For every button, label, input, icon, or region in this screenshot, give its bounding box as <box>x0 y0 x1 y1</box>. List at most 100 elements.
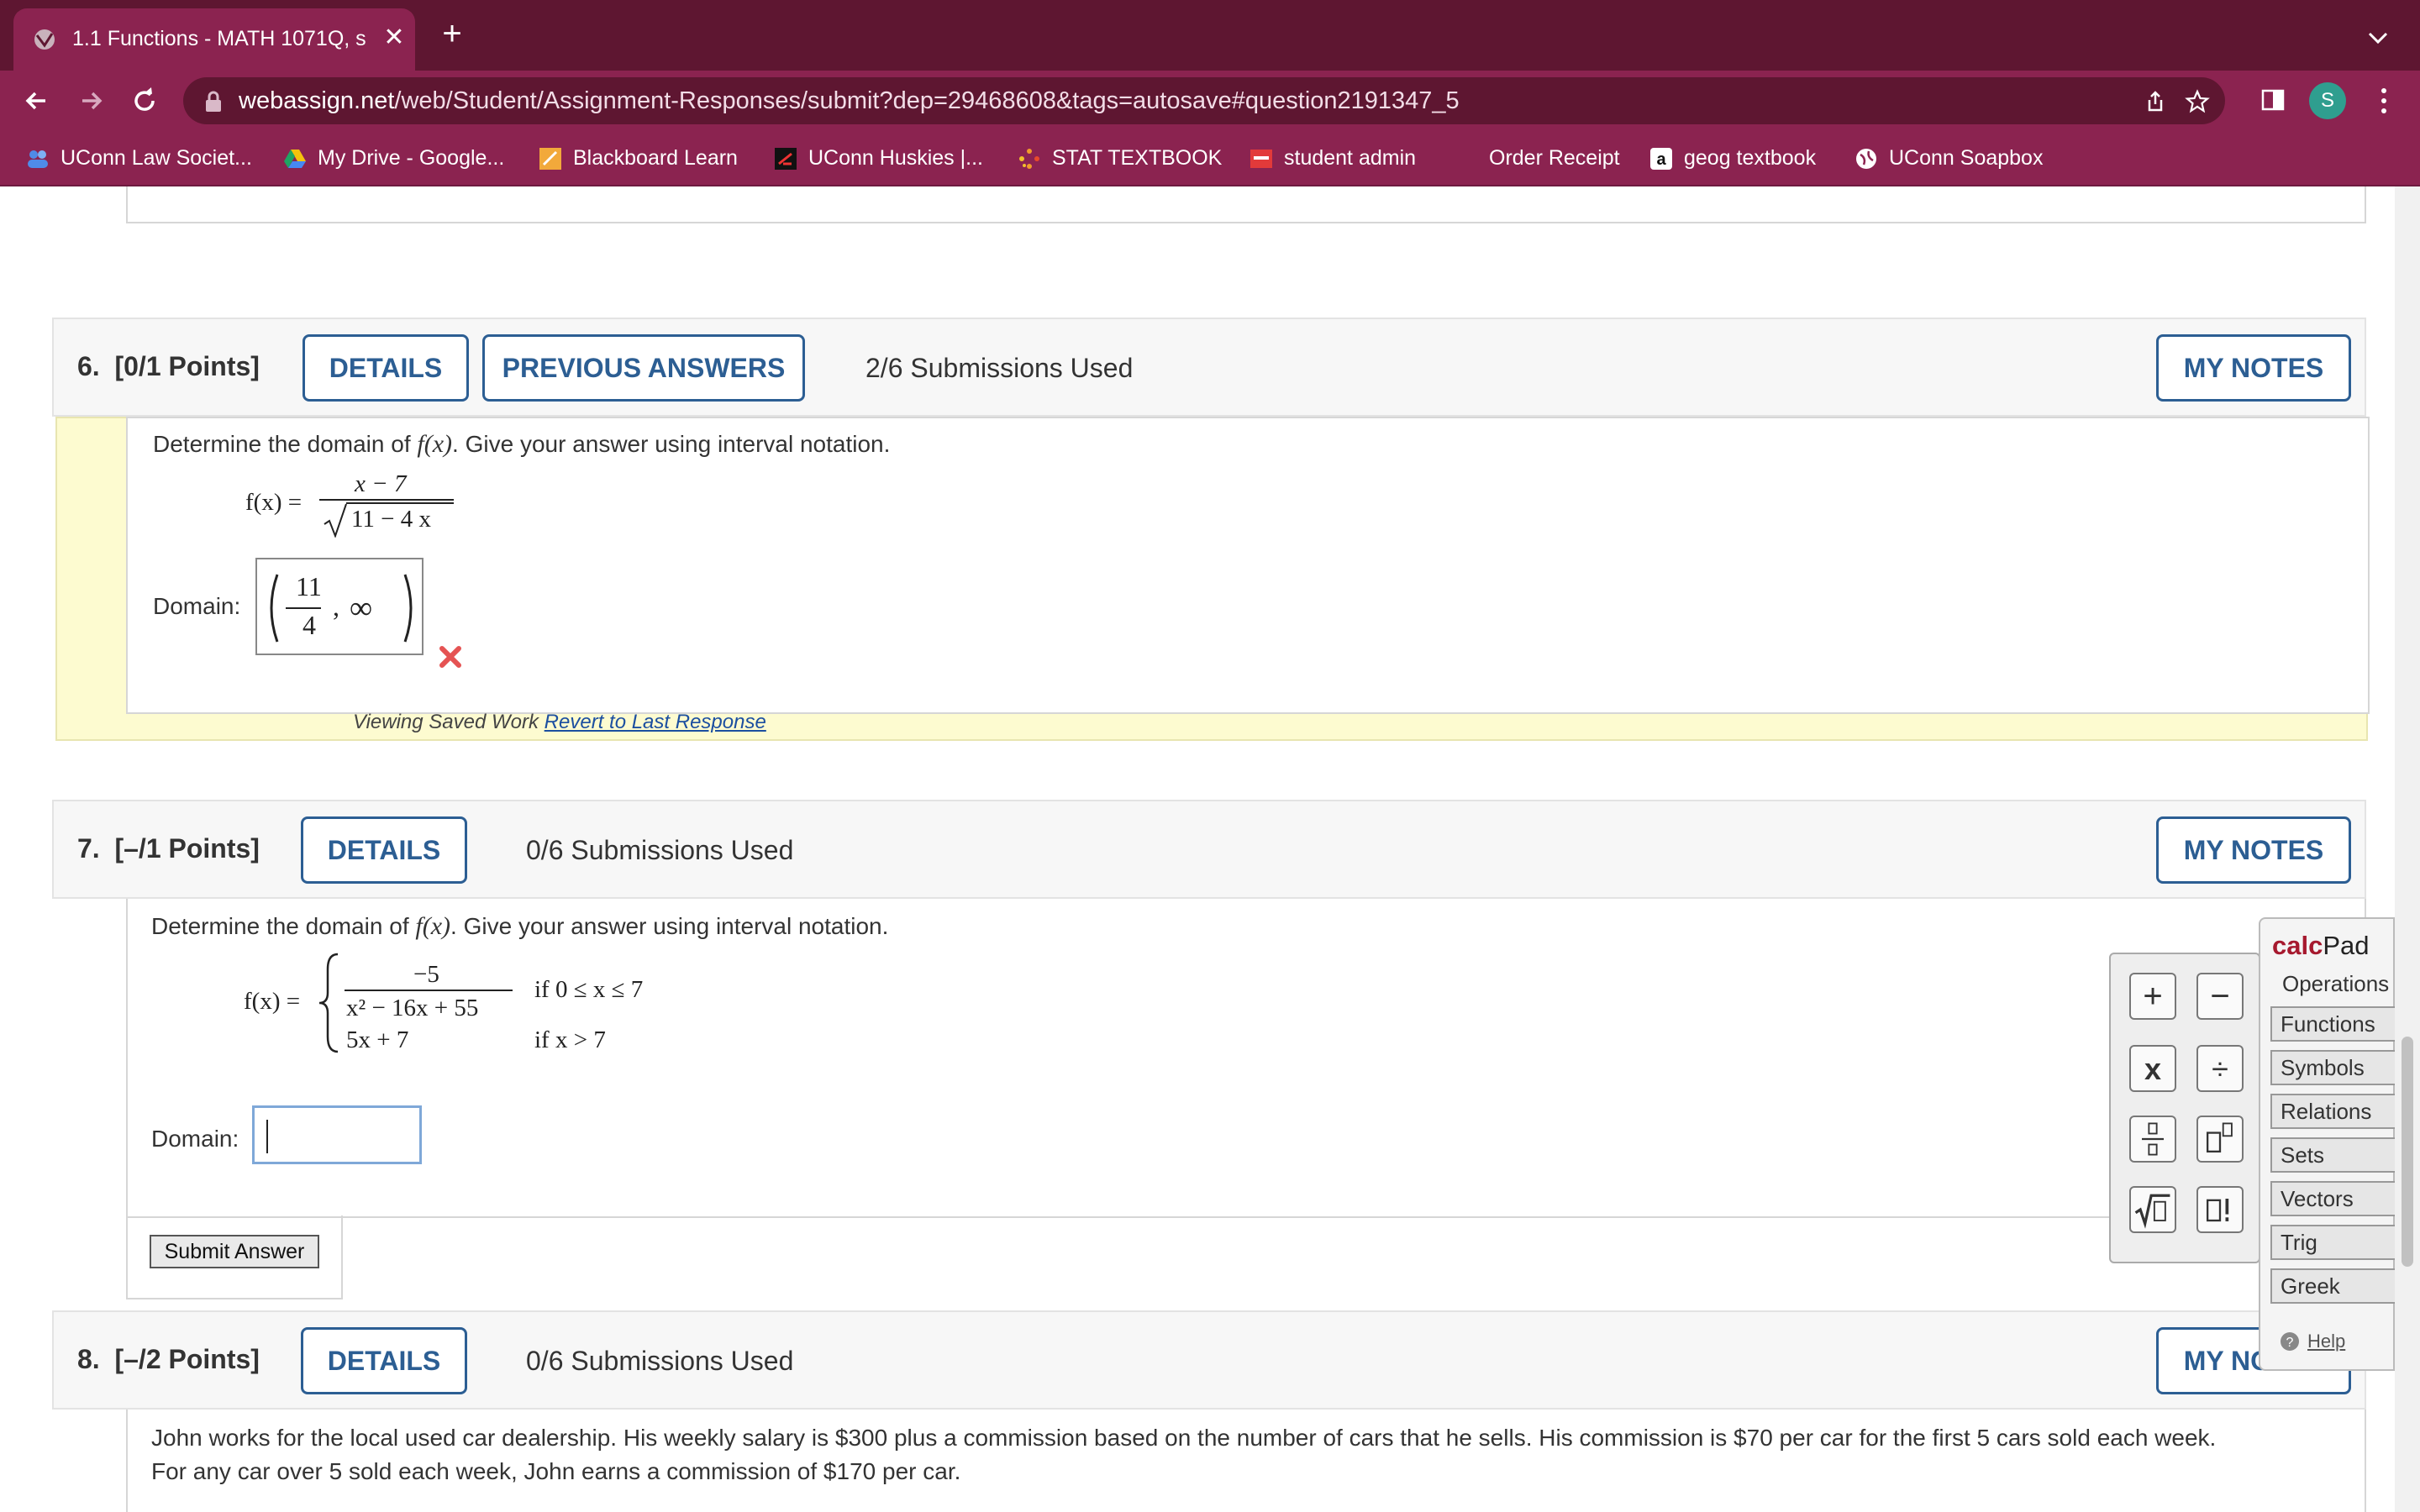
huskies-icon <box>775 148 797 170</box>
piece1-numerator: −5 <box>413 961 439 988</box>
calcpad-help-link[interactable]: ? Help <box>2279 1331 2345 1352</box>
chevron-down-icon[interactable] <box>2363 25 2393 50</box>
calcpad-greek[interactable]: Greek <box>2270 1268 2396 1304</box>
piecewise-brace <box>318 953 339 1053</box>
webassign-page: 6. [0/1 Points] DETAILS PREVIOUS ANSWERS… <box>0 186 2420 1512</box>
question-6-title: 6. [0/1 Points] <box>77 351 260 381</box>
menu-dots-icon[interactable] <box>2371 82 2396 119</box>
question-7-body <box>126 899 2366 1218</box>
details-button[interactable]: DETAILS <box>302 334 469 402</box>
forward-arrow-icon[interactable] <box>74 84 108 118</box>
answer-infinity: ∞ <box>350 591 373 626</box>
domain-label: Domain: <box>153 593 241 619</box>
details-button[interactable]: DETAILS <box>301 816 467 884</box>
amazon-icon: a <box>1650 148 1672 170</box>
webassign-favicon-icon <box>34 29 55 50</box>
svg-text:a: a <box>1656 150 1666 169</box>
answer-comma: , <box>333 591 339 622</box>
share-icon[interactable] <box>2143 89 2168 114</box>
people-icon <box>28 150 48 168</box>
question-8-header: 8. [–/2 Points] DETAILS 0/6 Submissions … <box>52 1310 2366 1410</box>
details-button[interactable]: DETAILS <box>301 1327 467 1394</box>
profile-avatar[interactable]: S <box>2309 82 2346 119</box>
previous-question-box <box>126 186 2366 223</box>
page-scrollbar[interactable] <box>2395 186 2420 1512</box>
calcpad-relations[interactable]: Relations <box>2270 1094 2396 1129</box>
browser-toolbar: webassign.net/web/Student/Assignment-Res… <box>0 71 2420 131</box>
bookmark-star-icon[interactable] <box>2185 89 2210 114</box>
minus-key[interactable]: − <box>2196 973 2244 1020</box>
new-tab-icon[interactable]: + <box>435 17 469 50</box>
domain-label: Domain: <box>151 1126 239 1152</box>
reload-icon[interactable] <box>128 84 161 118</box>
question-7-header: 7. [–/1 Points] DETAILS 0/6 Submissions … <box>52 800 2366 899</box>
calcpad-menu: calcPad Operations Functions Symbols Rel… <box>2259 917 2396 1371</box>
tab-bar: 1.1 Functions - MATH 1071Q, s ✕ + <box>0 0 2420 71</box>
blackboard-icon <box>539 148 561 170</box>
calcpad-symbols[interactable]: Symbols <box>2270 1050 2396 1085</box>
side-panel-icon[interactable] <box>2260 87 2286 113</box>
answer-numerator: 11 <box>296 571 322 601</box>
submissions-used: 2/6 Submissions Used <box>865 353 1134 383</box>
square-root-key-icon[interactable] <box>2129 1186 2176 1233</box>
text-caret <box>266 1120 268 1153</box>
multiply-key[interactable]: x <box>2129 1045 2176 1092</box>
divide-key[interactable]: ÷ <box>2196 1045 2244 1092</box>
calcpad-keypad: + − x ÷ <box>2109 953 2260 1263</box>
question-8-title: 8. [–/2 Points] <box>77 1344 260 1374</box>
exponent-key-icon[interactable] <box>2196 1116 2244 1163</box>
submitted-answer: 11 4 , ∞ <box>255 558 424 655</box>
calcpad-title: calcPad <box>2272 931 2370 960</box>
calcpad-sets[interactable]: Sets <box>2270 1137 2396 1173</box>
radical-bar <box>346 502 454 504</box>
fraction-numerator: x − 7 <box>355 470 407 497</box>
fraction-bar <box>319 499 454 501</box>
fraction-key-icon[interactable] <box>2129 1116 2176 1163</box>
globe-icon <box>1856 149 1876 169</box>
domain-input[interactable] <box>252 1105 422 1164</box>
question-8-text-line2: For any car over 5 sold each week, John … <box>151 1458 961 1484</box>
url-text[interactable]: webassign.net/web/Student/Assignment-Res… <box>239 87 1460 115</box>
calcpad-trig[interactable]: Trig <box>2270 1225 2396 1260</box>
help-icon: ? <box>2281 1332 2299 1351</box>
calcpad-vectors[interactable]: Vectors <box>2270 1181 2396 1216</box>
answer-denominator: 4 <box>302 610 316 640</box>
revert-link[interactable]: Revert to Last Response <box>544 711 766 733</box>
submissions-used: 0/6 Submissions Used <box>526 835 794 865</box>
submissions-used: 0/6 Submissions Used <box>526 1346 794 1376</box>
previous-answers-button[interactable]: PREVIOUS ANSWERS <box>482 334 805 402</box>
calcpad-functions[interactable]: Functions <box>2270 1006 2396 1042</box>
scrollbar-thumb[interactable] <box>2402 1037 2413 1267</box>
function-lhs: f(x) = <box>245 489 302 516</box>
saved-work-notice: Viewing Saved Work Revert to Last Respon… <box>353 711 766 733</box>
stat-textbook-icon <box>1019 149 1039 169</box>
svg-text:?: ? <box>2286 1336 2294 1350</box>
calcpad-operations-tab[interactable]: Operations <box>2282 971 2389 997</box>
back-arrow-icon[interactable] <box>20 84 54 118</box>
question-6-header: 6. [0/1 Points] DETAILS PREVIOUS ANSWERS… <box>52 318 2366 417</box>
incorrect-x-icon <box>439 646 461 668</box>
question-7-title: 7. [–/1 Points] <box>77 833 260 864</box>
question-8-text-line1: John works for the local used car dealer… <box>151 1425 2217 1451</box>
piece1-fraction-bar <box>345 990 513 991</box>
interval-brackets <box>270 574 413 643</box>
my-notes-button[interactable]: MY NOTES <box>2156 334 2351 402</box>
piece2-condition: if x > 7 <box>534 1026 606 1053</box>
question-7-prompt: Determine the domain of f(x). Give your … <box>151 912 889 940</box>
tab-title: 1.1 Functions - MATH 1071Q, s <box>72 27 366 50</box>
active-tab[interactable]: 1.1 Functions - MATH 1071Q, s ✕ <box>13 8 415 71</box>
my-notes-button[interactable]: MY NOTES <box>2156 816 2351 884</box>
function-lhs: f(x) = <box>244 988 301 1015</box>
lock-icon[interactable] <box>203 91 224 113</box>
address-bar[interactable]: webassign.net/web/Student/Assignment-Res… <box>183 77 2225 124</box>
student-admin-icon <box>1250 150 1272 168</box>
tab-close-icon[interactable]: ✕ <box>380 24 408 52</box>
plus-key[interactable]: + <box>2129 973 2176 1020</box>
radical-sign <box>324 503 347 538</box>
piece2-expression: 5x + 7 <box>346 1026 409 1053</box>
fraction-denominator: 11 − 4 x <box>351 506 432 533</box>
bookmarks-bar: UConn Law Societ... My Drive - Google...… <box>0 131 2420 186</box>
factorial-key-icon[interactable] <box>2196 1186 2244 1233</box>
submit-answer-button[interactable]: Submit Answer <box>150 1235 319 1268</box>
piece1-condition: if 0 ≤ x ≤ 7 <box>534 976 644 1003</box>
